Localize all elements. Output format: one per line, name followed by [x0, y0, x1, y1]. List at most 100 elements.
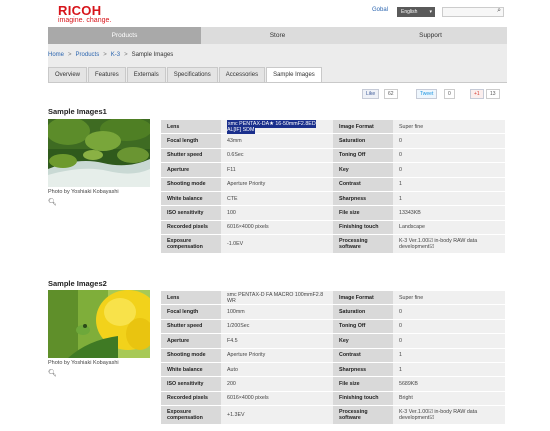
spec-value: 0	[393, 162, 505, 178]
spec-value: Landscape	[393, 219, 505, 235]
spec-value: 1	[393, 347, 505, 363]
spec-value: 200	[221, 376, 333, 392]
tab-externals[interactable]: Externals	[126, 67, 166, 82]
brand-logo[interactable]: RICOH imagine. change.	[58, 4, 111, 25]
tab-specifications[interactable]: Specifications	[166, 67, 218, 82]
tab-divider	[48, 82, 507, 83]
google-plus-button[interactable]: +1	[470, 89, 484, 99]
search-icon[interactable]: ⌕	[497, 7, 501, 15]
spec-label: Focal length	[161, 304, 221, 320]
spec-value: 100	[221, 205, 333, 221]
frog-flower-image	[48, 290, 150, 358]
spec-value: Aperture Priority	[221, 347, 333, 363]
spec-label: White balance	[161, 190, 221, 206]
sample-photo[interactable]	[48, 290, 150, 358]
spec-value: 6016×4000 pixels	[221, 390, 333, 406]
tab-features[interactable]: Features	[88, 67, 126, 82]
spec-label: Focal length	[161, 133, 221, 149]
spec-value: 0	[393, 318, 505, 334]
zoom-icon[interactable]: 🔍︎	[48, 369, 57, 377]
spec-label: Key	[333, 162, 393, 178]
breadcrumb-products[interactable]: Products	[76, 52, 100, 58]
plus-count: 13	[486, 89, 500, 99]
spec-value: 0	[393, 304, 505, 320]
spec-value: 1	[393, 190, 505, 206]
tweet-count: 0	[444, 89, 455, 99]
spec-value: 1	[393, 361, 505, 377]
spec-label: File size	[333, 376, 393, 392]
spec-label: Contrast	[333, 176, 393, 192]
spec-label: Exposure compensation	[161, 234, 221, 253]
like-count: 62	[384, 89, 398, 99]
spec-value: 13343KB	[393, 205, 505, 221]
spec-label: Saturation	[333, 133, 393, 149]
spec-label: Lens	[161, 118, 221, 134]
spec-label: Toning Off	[333, 147, 393, 163]
spec-value: Super fine	[393, 289, 505, 305]
spec-label: Processing software	[333, 405, 393, 424]
forest-stream-image	[48, 119, 150, 187]
search-input[interactable]: ⌕	[442, 7, 504, 17]
spec-value: Aperture Priority	[221, 176, 333, 192]
spec-label: Sharpness	[333, 361, 393, 377]
spec-value: K-3 Ver.1.00☑ in-body RAW data developme…	[393, 405, 505, 424]
spec-value: F11	[221, 162, 333, 178]
sample-title: Sample Images2	[48, 279, 107, 288]
spec-label: Recorded pixels	[161, 390, 221, 406]
selected-text: smc PENTAX-DA★ 16-50mmF2.8ED AL[IF] SDM	[227, 119, 316, 134]
spec-value: +1.3EV	[221, 405, 333, 424]
breadcrumb-separator: >	[103, 52, 107, 58]
spec-value: F4.5	[221, 333, 333, 349]
spec-label: Lens	[161, 289, 221, 305]
spec-label: Aperture	[161, 333, 221, 349]
spec-label: Saturation	[333, 304, 393, 320]
spec-value: K-3 Ver.1.00☑ in-body RAW data developme…	[393, 234, 505, 253]
facebook-like-button[interactable]: Like	[362, 89, 380, 99]
spec-value: 1/200Sec	[221, 318, 333, 334]
sample-title: Sample Images1	[48, 107, 107, 116]
spec-label: Shooting mode	[161, 347, 221, 363]
tweet-label: Tweet	[420, 91, 434, 97]
tweet-button[interactable]: Tweet	[416, 89, 438, 99]
spec-label: File size	[333, 205, 393, 221]
spec-value: -1.0EV	[221, 234, 333, 253]
nav-products[interactable]: Products	[48, 27, 201, 44]
product-tabs: Overview Features Externals Specificatio…	[48, 67, 323, 82]
breadcrumb-home[interactable]: Home	[48, 52, 64, 58]
spec-value: Bright	[393, 390, 505, 406]
nav-support[interactable]: Support	[354, 27, 507, 44]
spec-label: Finishing touch	[333, 390, 393, 406]
spec-value: CTE	[221, 190, 333, 206]
spec-value: smc PENTAX-DA★ 16-50mmF2.8ED AL[IF] SDM	[221, 118, 333, 134]
spec-label: Recorded pixels	[161, 219, 221, 235]
spec-value: 5689KB	[393, 376, 505, 392]
exif-table: Lens smc PENTAX-D FA MACRO 100mmF2.8 WR Im…	[161, 289, 505, 424]
global-link[interactable]: Gobal	[372, 7, 388, 13]
tab-sample-images[interactable]: Sample Images	[266, 67, 322, 82]
spec-value: 0.6Sec	[221, 147, 333, 163]
breadcrumb-separator: >	[124, 52, 128, 58]
language-select[interactable]: English ▾	[397, 7, 435, 17]
spec-value: 0	[393, 147, 505, 163]
like-label: Like	[366, 91, 376, 97]
sample-photo[interactable]	[48, 119, 150, 187]
spec-label: Exposure compensation	[161, 405, 221, 424]
plus-label: +1	[474, 91, 480, 97]
spec-value: 43mm	[221, 133, 333, 149]
breadcrumb-k3[interactable]: K-3	[111, 52, 120, 58]
spec-label: White balance	[161, 361, 221, 377]
nav-store[interactable]: Store	[201, 27, 354, 44]
spec-value: 100mm	[221, 304, 333, 320]
tab-accessories[interactable]: Accessories	[218, 67, 266, 82]
spec-label: Finishing touch	[333, 219, 393, 235]
spec-value: 0	[393, 333, 505, 349]
spec-label: Shooting mode	[161, 176, 221, 192]
tab-overview[interactable]: Overview	[48, 67, 88, 82]
exif-table: Lens smc PENTAX-DA★ 16-50mmF2.8ED AL[IF]…	[161, 118, 505, 253]
spec-label: Shutter speed	[161, 318, 221, 334]
main-nav: Products Store Support	[48, 27, 507, 44]
spec-value: smc PENTAX-D FA MACRO 100mmF2.8 WR	[221, 289, 333, 305]
spec-value: 1	[393, 176, 505, 192]
zoom-icon[interactable]: 🔍︎	[48, 198, 57, 206]
spec-label: Image Format	[333, 289, 393, 305]
